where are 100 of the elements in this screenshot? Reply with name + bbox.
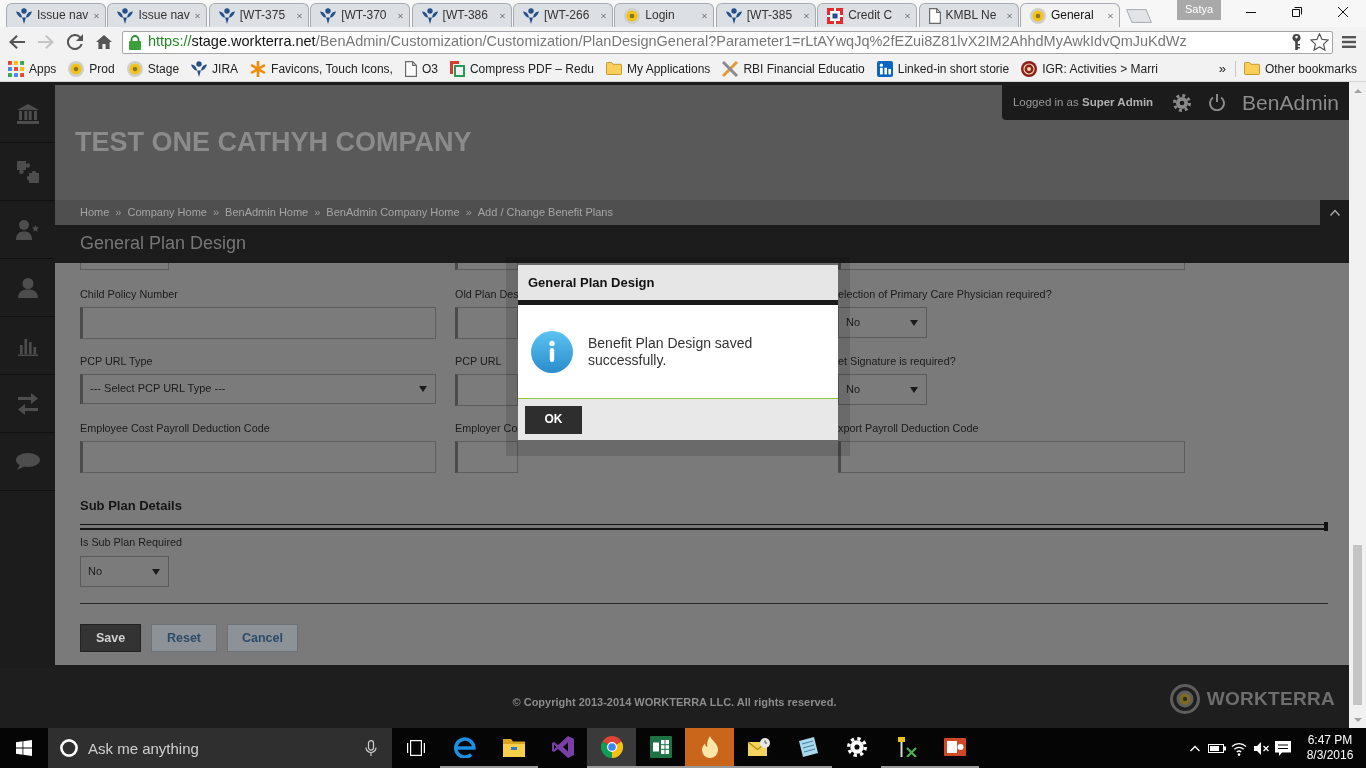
input-field[interactable] (455, 307, 518, 339)
puzzle-icon[interactable] (16, 160, 39, 183)
input-field[interactable] (838, 441, 1185, 473)
document-icon (928, 7, 941, 24)
bookmarks-overflow-button[interactable]: » (1218, 61, 1226, 77)
browser-tab[interactable]: Credit C (817, 3, 918, 27)
restore-icon[interactable] (1292, 7, 1302, 17)
bookmark[interactable]: JIRA (191, 61, 239, 77)
battery-icon[interactable] (1208, 743, 1226, 753)
input-field[interactable] (838, 263, 1185, 270)
task-view-icon[interactable] (407, 740, 425, 756)
browser-tab[interactable]: Login (614, 3, 715, 27)
close-icon[interactable] (1338, 7, 1348, 17)
seal-icon (126, 61, 143, 77)
seal-icon (624, 7, 641, 24)
save-button[interactable]: Save (80, 624, 141, 652)
clock-time[interactable]: 6:47 PM (1307, 733, 1353, 748)
power-icon[interactable] (1209, 94, 1226, 111)
ribbon-logo-icon (551, 736, 574, 758)
speech-bubble-icon[interactable] (15, 453, 40, 470)
browser-tab[interactable]: Issue nav (107, 3, 208, 27)
bookmark[interactable]: Compress PDF – Redu (449, 61, 594, 77)
ok-button[interactable]: OK (525, 405, 582, 434)
jira-logo-icon (320, 7, 337, 24)
wifi-icon[interactable] (1231, 740, 1247, 756)
field-label: Old Plan Des (455, 287, 519, 301)
minimize-icon[interactable] (1246, 11, 1256, 13)
browser-tab[interactable]: Issue nav (6, 3, 106, 27)
field-label: election of Primary Care Physician required? (838, 287, 1052, 301)
dropdown[interactable]: --- Select PCP URL Type --- (80, 374, 436, 404)
notebook-icon (796, 737, 819, 757)
menu-icon[interactable] (1342, 36, 1356, 48)
reload-icon[interactable] (67, 34, 83, 50)
microphone-icon[interactable] (365, 740, 377, 756)
field-label: Is Sub Plan Required (80, 535, 183, 549)
jira-logo-icon (725, 7, 742, 24)
field-label: et Signature is required? (838, 354, 956, 368)
key-icon[interactable] (1292, 34, 1301, 50)
input-field[interactable] (80, 307, 436, 339)
browser-tab[interactable]: [WT-375 (208, 3, 309, 27)
compress-icon (449, 61, 465, 77)
bookmark[interactable]: RBI Financial Educatio (722, 61, 865, 77)
start-icon[interactable] (16, 740, 32, 756)
scrollbar-thumb[interactable] (1353, 545, 1362, 705)
dropdown[interactable]: No (80, 556, 169, 587)
notification-icon[interactable] (1275, 740, 1291, 756)
home-icon[interactable] (96, 35, 112, 49)
dropdown-arrow-icon (910, 386, 918, 393)
apps-grid-icon (8, 61, 24, 77)
input-field[interactable] (80, 441, 436, 473)
dropdown[interactable]: No (838, 307, 927, 338)
field-label: PCP URL Type (80, 354, 153, 368)
search-field[interactable]: Ask me anything (88, 736, 357, 760)
field-label: PCP URL (455, 354, 502, 368)
scroll-down-icon[interactable] (1353, 717, 1362, 722)
collapse-button[interactable] (1320, 200, 1349, 225)
bookmark[interactable]: Other bookmarks (1243, 61, 1357, 77)
scroll-up-icon[interactable] (1353, 88, 1362, 93)
browser-tab[interactable]: [WT-266 (512, 3, 613, 27)
star-icon[interactable] (1310, 33, 1329, 51)
breadcrumb-separator: » (212, 205, 220, 220)
jira-logo-icon (218, 7, 235, 24)
taskbar-button[interactable] (587, 728, 636, 768)
bookmark[interactable]: My Applications (606, 61, 711, 77)
user-icon[interactable] (17, 277, 38, 298)
input-field[interactable] (455, 441, 518, 473)
browser-tab[interactable]: [WT-385 (715, 3, 816, 27)
section-heading: Sub Plan Details (80, 498, 182, 514)
new-tab-button[interactable] (1126, 9, 1153, 23)
settings-icon[interactable] (1173, 93, 1192, 112)
bookmark[interactable]: Stage (126, 61, 180, 77)
dropdown[interactable] (80, 263, 169, 270)
bank-building-icon[interactable] (16, 103, 39, 124)
search-box[interactable]: Ask me anything (48, 728, 392, 768)
login-status: Logged in as Super Admin (1012, 95, 1154, 110)
browser-tab[interactable]: [WT-386 (411, 3, 512, 27)
field-label: xport Payroll Deduction Code (838, 421, 979, 435)
dropdown-arrow-icon (419, 386, 427, 392)
bookmark[interactable]: Apps (8, 61, 57, 77)
dropdown[interactable]: No (838, 374, 927, 405)
breadcrumb-separator: » (115, 205, 122, 220)
browser-tab[interactable]: KMBL Ne (918, 3, 1019, 27)
bookmark[interactable]: IGR: Activities > Marri (1021, 61, 1158, 77)
clock-date[interactable]: 8/3/2016 (1306, 748, 1354, 763)
browser-tab[interactable]: General (1019, 3, 1120, 27)
bookmark[interactable]: O3 (404, 61, 438, 77)
back-icon[interactable] (9, 35, 25, 49)
exchange-arrows-icon[interactable] (17, 392, 38, 415)
user-star-icon[interactable] (16, 219, 39, 240)
volume-muted-icon[interactable] (1253, 740, 1269, 756)
address-field[interactable]: https://stage.workterra.net/BenAdmin/Customization/Customization/PlanDesignGeneral?Parameter1=rLtAYwqJq%2fEZui8Z81lvX2IM2AhhdMyAwkIdvQmJuKdWz (122, 30, 1333, 54)
chevron-up-icon[interactable] (1190, 744, 1200, 752)
browser-tab[interactable]: [WT-370 (310, 3, 411, 27)
input-field[interactable] (455, 374, 518, 406)
bookmark[interactable]: Linked-in short storie (876, 61, 1010, 77)
bookmark[interactable]: Favicons, Touch Icons, (250, 61, 393, 77)
input-field[interactable] (455, 263, 518, 270)
scrollbar[interactable] (1349, 82, 1366, 728)
jira-logo-icon (421, 7, 438, 24)
bookmark[interactable]: Prod (68, 61, 115, 77)
